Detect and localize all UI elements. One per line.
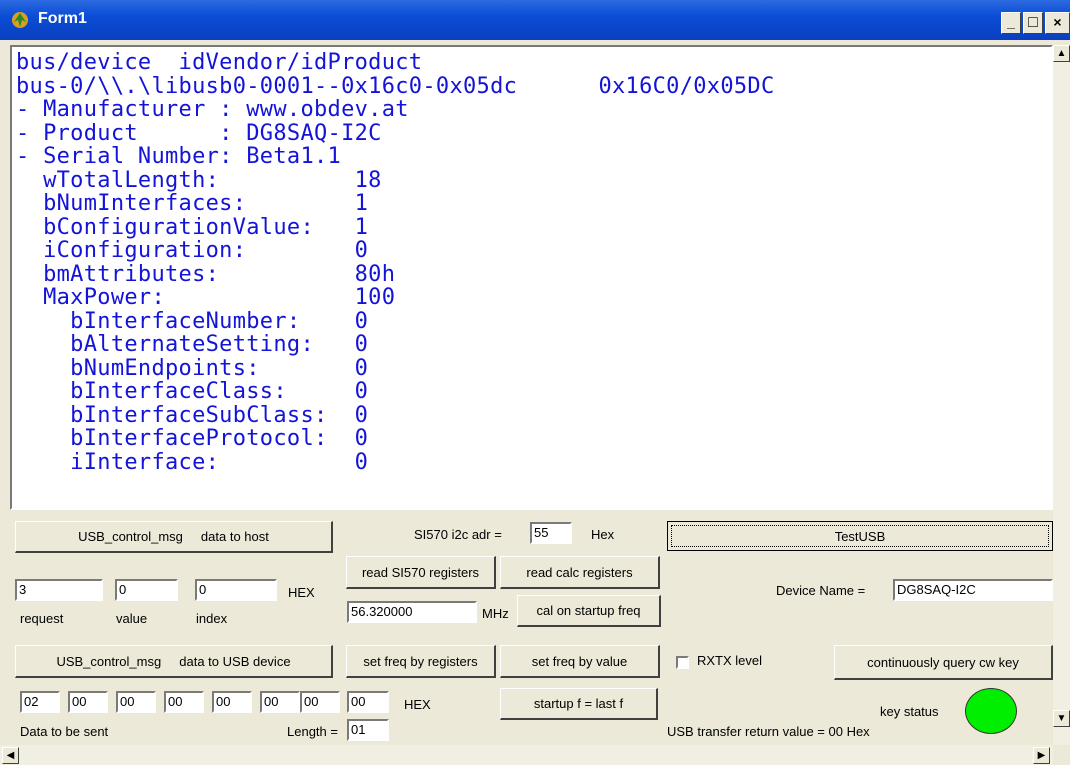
memo-text: bus/device idVendor/idProduct bus-0/\\.\… [16,50,775,475]
output-memo[interactable]: bus/device idVendor/idProduct bus-0/\\.\… [10,45,1053,510]
set-freq-by-registers-button[interactable]: set freq by registers [346,645,496,678]
data-byte-input[interactable]: 00 [212,691,252,713]
key-status-indicator [965,688,1017,734]
title-bar[interactable]: Form1 _ □ × [0,0,1070,40]
index-input[interactable]: 0 [195,579,277,601]
mhz-label: MHz [482,606,509,621]
data-byte-input[interactable]: 00 [347,691,389,713]
data-byte-input[interactable]: 00 [300,691,340,713]
startup-last-f-button[interactable]: startup f = last f [500,688,658,720]
key-status-label: key status [880,704,939,719]
scroll-up-icon[interactable]: ▲ [1053,45,1070,62]
frequency-input[interactable]: 56.320000 [347,601,477,623]
length-input[interactable]: 01 [347,719,389,741]
request-label: request [20,611,64,626]
hex-label: Hex [591,527,615,542]
read-si570-registers-button[interactable]: read SI570 registers [346,556,496,589]
minimize-button[interactable]: _ [1001,12,1021,34]
value-label: value [116,611,148,626]
continuously-query-cw-key-button[interactable]: continuously query cw key [834,645,1053,680]
length-label: Length = [287,724,338,739]
scroll-down-icon[interactable]: ▼ [1053,710,1070,727]
vertical-scrollbar[interactable]: ▲ ▼ [1053,45,1070,745]
hex-label: HEX [404,697,431,712]
scroll-left-icon[interactable]: ◀ [2,747,19,764]
horizontal-scrollbar[interactable]: ◀ ▶ [0,745,1053,765]
data-byte-input[interactable]: 00 [164,691,204,713]
scroll-right-icon[interactable]: ▶ [1033,747,1050,764]
data-byte-input[interactable]: 00 [260,691,300,713]
data-to-be-sent-label: Data to be sent [20,724,109,739]
read-calc-registers-button[interactable]: read calc registers [500,556,660,589]
value-input[interactable]: 0 [115,579,178,601]
usb-msg-to-host-button[interactable]: USB_control_msg data to host [15,521,333,553]
close-button[interactable]: × [1045,12,1070,34]
set-freq-by-value-button[interactable]: set freq by value [500,645,660,678]
rxtx-level-checkbox[interactable] [676,656,689,669]
data-byte-input[interactable]: 00 [68,691,108,713]
device-name-label: Device Name = [776,583,866,598]
cal-on-startup-freq-button[interactable]: cal on startup freq [517,595,661,627]
window-title: Form1 [38,10,87,27]
data-byte-input[interactable]: 02 [20,691,60,713]
index-label: index [196,611,228,626]
hex-label: HEX [288,585,315,600]
usb-return-value-label: USB transfer return value = 00 Hex [667,724,870,739]
usb-msg-to-device-button[interactable]: USB_control_msg data to USB device [15,645,333,678]
data-byte-input[interactable]: 00 [116,691,156,713]
test-usb-button[interactable]: TestUSB [667,521,1053,551]
rxtx-level-label: RXTX level [697,653,763,668]
app-icon [12,12,28,28]
si570-adr-input[interactable]: 55 [530,522,572,544]
device-name-input[interactable]: DG8SAQ-I2C [893,579,1053,601]
si570-adr-label: SI570 i2c adr = [414,527,502,542]
maximize-button[interactable]: □ [1023,12,1043,34]
request-input[interactable]: 3 [15,579,103,601]
